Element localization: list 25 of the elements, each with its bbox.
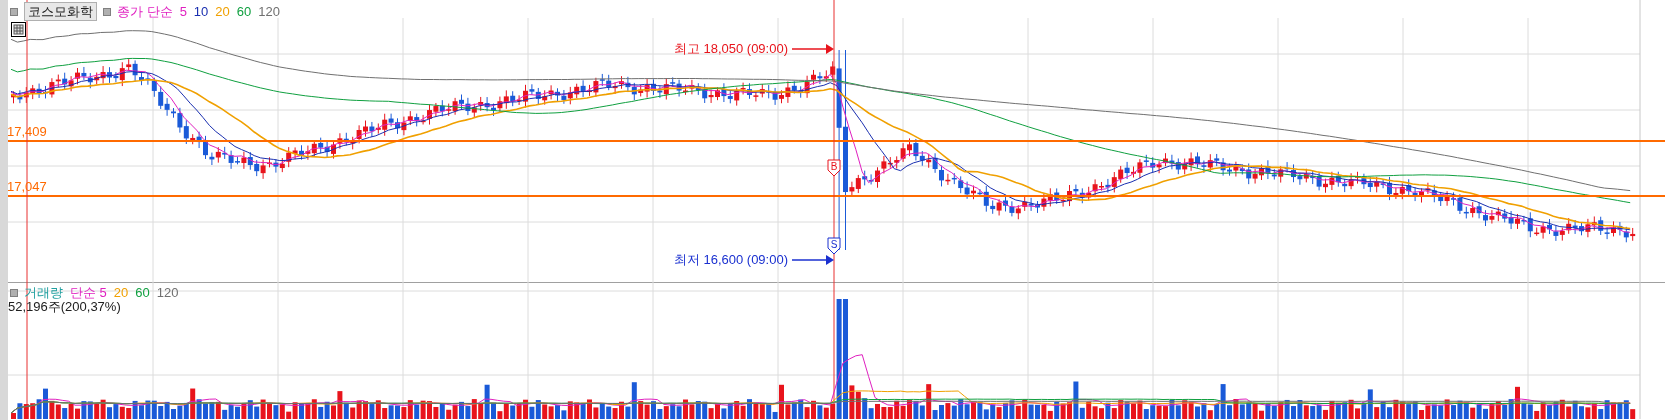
- legend-square-icon: [10, 7, 18, 16]
- volume-reading: 52,196주(200,37%): [8, 300, 121, 313]
- period-label: 60: [236, 5, 252, 18]
- legend-square-icon: [10, 288, 18, 297]
- table-icon[interactable]: [11, 22, 26, 37]
- period-label: 120: [258, 5, 280, 18]
- period-label: 60: [135, 286, 150, 299]
- period-label: 10: [193, 5, 209, 18]
- stock-name[interactable]: 코스모화학: [24, 2, 97, 21]
- period-label: 단순 5: [70, 286, 107, 299]
- price-level-label: 17,409: [7, 125, 47, 138]
- arrow-icon: [791, 44, 834, 54]
- period-label: 120: [156, 286, 179, 299]
- indicator-label: 종가 단순: [117, 5, 173, 18]
- low-price-label: 최저 16,600 (09:00): [673, 253, 788, 266]
- indicator-label: 거래량: [24, 286, 63, 299]
- period-label: 20: [113, 286, 129, 299]
- high-price-label: 최고 18,050 (09:00): [673, 42, 788, 55]
- period-label: 20: [215, 5, 230, 18]
- arrow-icon: [791, 255, 834, 265]
- buy-signal-badge: B: [827, 159, 841, 177]
- price-level-label: 17,047: [7, 180, 47, 193]
- period-label: 5: [179, 5, 187, 18]
- sell-signal-badge: S: [827, 237, 841, 255]
- legend-square-icon: [103, 7, 111, 16]
